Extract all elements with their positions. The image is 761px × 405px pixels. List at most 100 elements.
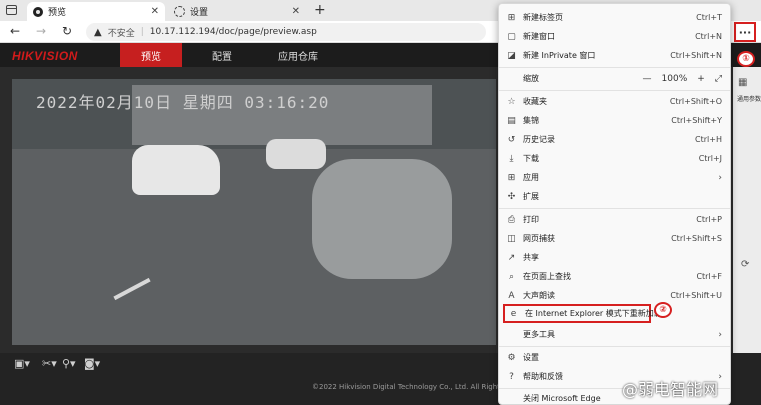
video-scene-car xyxy=(266,139,326,169)
back-button[interactable]: ← xyxy=(10,24,20,38)
menu-item-downloads[interactable]: ⤓ 下载 Ctrl+J xyxy=(499,149,730,168)
read-aloud-icon: A xyxy=(508,290,515,301)
nav-config[interactable]: 配置 xyxy=(192,43,252,67)
menu-item-print[interactable]: ⎙ 打印 Ctrl+P xyxy=(499,210,730,229)
menu-item-shortcut: Ctrl+N xyxy=(695,32,722,41)
nav-app-store[interactable]: 应用仓库 xyxy=(258,43,338,67)
zoom-controls: — 100% + ⤢ xyxy=(643,74,722,84)
menu-item-shortcut: Ctrl+Shift+U xyxy=(670,291,722,300)
menu-item-read-aloud[interactable]: A 大声朗读 Ctrl+Shift+U xyxy=(499,286,730,305)
tab-settings[interactable]: 设置 ✕ xyxy=(168,2,306,21)
extensions-icon: ✣ xyxy=(507,191,516,202)
menu-item-label: 收藏夹 xyxy=(523,97,547,106)
menu-item-label: 新建 InPrivate 窗口 xyxy=(523,51,596,60)
grid-icon[interactable]: ▦ xyxy=(738,77,747,88)
menu-item-shortcut: Ctrl+Shift+N xyxy=(670,51,722,60)
share-icon: ↗ xyxy=(507,252,516,263)
zoom-in-button[interactable]: + xyxy=(697,74,705,84)
menu-item-label: 在页面上查找 xyxy=(523,272,571,281)
menu-item-more-tools[interactable]: 更多工具 › xyxy=(499,325,730,344)
menu-item-label: 扩展 xyxy=(523,192,539,201)
stream-type-icon[interactable]: ⚲▾ xyxy=(62,357,76,370)
chevron-right-icon: › xyxy=(718,371,722,382)
menu-item-share[interactable]: ↗ 共享 xyxy=(499,248,730,267)
menu-item-find-on-page[interactable]: ⌕ 在页面上查找 Ctrl+F xyxy=(499,267,730,286)
close-tab-icon[interactable]: ✕ xyxy=(292,6,300,17)
menu-item-label: 在 Internet Explorer 模式下重新加载 xyxy=(525,309,662,318)
menu-item-collections[interactable]: ▤ 集锦 Ctrl+Shift+Y xyxy=(499,111,730,130)
window-layout-icon[interactable]: ▣▾ xyxy=(14,357,30,370)
menu-item-label: 集锦 xyxy=(523,116,539,125)
video-scene-crowd xyxy=(312,159,452,279)
menu-item-shortcut: Ctrl+F xyxy=(696,272,722,281)
capture-icon[interactable]: ✂▾ xyxy=(42,357,57,370)
menu-item-new-tab[interactable]: ⊞ 新建标签页 Ctrl+T xyxy=(499,8,730,27)
menu-item-shortcut: Ctrl+Shift+O xyxy=(669,97,722,106)
menu-item-label: 新建标签页 xyxy=(523,13,563,22)
menu-item-favorites[interactable]: ☆ 收藏夹 Ctrl+Shift+O xyxy=(499,92,730,111)
settings-and-more-menu: ⊞ 新建标签页 Ctrl+T ▢ 新建窗口 Ctrl+N ◪ 新建 InPriv… xyxy=(498,3,731,405)
menu-item-label: 打印 xyxy=(523,215,539,224)
collections-icon: ▤ xyxy=(507,115,516,126)
menu-item-settings[interactable]: ⚙ 设置 xyxy=(499,348,730,367)
window-menu-icon[interactable] xyxy=(6,5,17,15)
menu-item-zoom: 缩放 — 100% + ⤢ xyxy=(499,69,730,88)
menu-divider xyxy=(499,67,730,68)
hikvision-favicon-icon xyxy=(33,6,43,17)
video-scene-car xyxy=(132,145,220,195)
apps-icon: ⊞ xyxy=(507,172,516,183)
annotation-badge-2: ② xyxy=(654,302,672,318)
menu-item-label: 缩放 xyxy=(523,74,539,83)
settings-and-more-button[interactable]: ··· xyxy=(734,22,756,42)
zoom-level: 100% xyxy=(661,73,688,84)
forward-button[interactable]: → xyxy=(36,24,46,38)
address-bar[interactable]: ▲ 不安全 | 10.17.112.194/doc/page/preview.a… xyxy=(86,23,486,41)
menu-item-shortcut: Ctrl+H xyxy=(695,135,722,144)
find-icon: ⌕ xyxy=(508,271,515,282)
menu-item-label: 更多工具 xyxy=(523,330,555,339)
menu-divider xyxy=(499,208,730,209)
gear-icon: ⚙ xyxy=(507,352,516,363)
insecure-label: 不安全 xyxy=(107,28,135,39)
chevron-right-icon: › xyxy=(718,172,722,183)
nav-preview[interactable]: 预览 xyxy=(120,43,182,67)
menu-item-extensions[interactable]: ✣ 扩展 xyxy=(499,187,730,206)
annotation-badge-1: ① xyxy=(737,51,755,67)
menu-item-new-window[interactable]: ▢ 新建窗口 Ctrl+N xyxy=(499,27,730,46)
download-icon: ⤓ xyxy=(509,153,514,164)
menu-item-apps[interactable]: ⊞ 应用 › xyxy=(499,168,730,187)
fullscreen-icon[interactable]: ⤢ xyxy=(715,74,722,84)
menu-item-new-inprivate-window[interactable]: ◪ 新建 InPrivate 窗口 Ctrl+Shift+N xyxy=(499,46,730,65)
ie-mode-icon: e xyxy=(510,308,517,319)
menu-item-label: 大声朗读 xyxy=(523,291,555,300)
menu-item-shortcut: Ctrl+Shift+S xyxy=(671,234,722,243)
menu-item-web-capture[interactable]: ◫ 网页捕获 Ctrl+Shift+S xyxy=(499,229,730,248)
close-tab-icon[interactable]: ✕ xyxy=(151,6,159,17)
tab-label: 预览 xyxy=(48,8,67,18)
watermark-text: @弱电智能网 xyxy=(622,380,719,399)
menu-item-shortcut: Ctrl+Shift+Y xyxy=(671,116,722,125)
address-separator: | xyxy=(140,27,144,37)
gear-icon xyxy=(174,6,185,17)
hikvision-logo: HIKVISION xyxy=(12,49,78,63)
menu-item-label: 网页捕获 xyxy=(523,234,555,243)
print-icon: ⎙ xyxy=(507,214,516,225)
menu-item-history[interactable]: ↺ 历史记录 Ctrl+H xyxy=(499,130,730,149)
menu-divider xyxy=(499,90,730,91)
chevron-right-icon: › xyxy=(718,329,722,340)
general-params-label[interactable]: 通用参数 xyxy=(737,94,761,103)
new-tab-button[interactable]: + xyxy=(314,2,326,18)
live-video-feed[interactable]: 2022年02月10日 星期四 03:16:20 xyxy=(12,79,496,345)
url-text: 10.17.112.194/doc/page/preview.asp xyxy=(149,27,317,37)
zoom-out-button[interactable]: — xyxy=(643,74,652,84)
tab-preview[interactable]: 预览 ✕ xyxy=(27,2,165,21)
reload-button[interactable]: ↻ xyxy=(62,24,72,38)
menu-item-label: 新建窗口 xyxy=(523,32,555,41)
refresh-icon[interactable]: ⟳ xyxy=(741,259,749,270)
inprivate-icon: ◪ xyxy=(507,50,516,61)
menu-item-reload-ie-mode[interactable]: e 在 Internet Explorer 模式下重新加载 xyxy=(503,304,662,323)
ptz-side-panel: ▦ 通用参数 ⟳ xyxy=(733,67,761,353)
aspect-ratio-icon[interactable]: ◙▾ xyxy=(84,357,100,370)
history-icon: ↺ xyxy=(507,134,516,145)
tab-label: 设置 xyxy=(190,8,209,18)
